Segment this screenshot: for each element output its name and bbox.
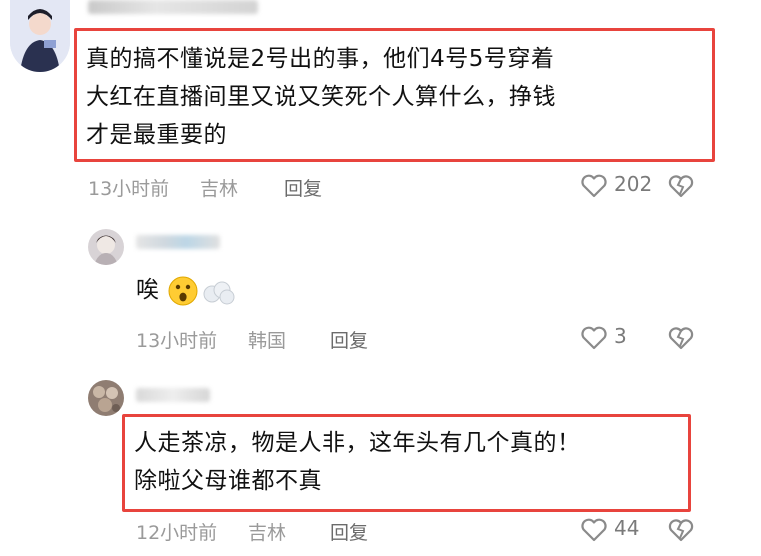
reply-button[interactable]: 回复 <box>330 326 368 353</box>
comment-text: 真的搞不懂说是2号出的事，他们4号5号穿着 大红在直播间里又说又笑死个人算什么，… <box>86 40 711 154</box>
username-redacted[interactable] <box>136 235 220 249</box>
reply-text: 唉 <box>136 277 160 303</box>
comment-location: 韩国 <box>248 330 287 352</box>
heart-outline-icon <box>580 326 608 350</box>
reply-button[interactable]: 回复 <box>330 518 368 545</box>
broken-heart-icon[interactable] <box>668 518 694 542</box>
comment-location: 吉林 <box>200 178 239 200</box>
comment-text-line: 除啦父母谁都不真 <box>134 468 322 494</box>
comment-location: 吉林 <box>248 522 287 544</box>
like-count: 202 <box>614 172 653 196</box>
avatar-photo <box>88 380 124 416</box>
username-redacted[interactable] <box>88 0 258 14</box>
puff-cloud-emoji <box>202 280 236 306</box>
like-button[interactable]: 3 <box>580 324 650 352</box>
comment-text-line: 才是最重要的 <box>86 122 227 148</box>
avatar[interactable] <box>10 0 70 72</box>
broken-heart-icon[interactable] <box>668 174 694 198</box>
username-redacted[interactable] <box>136 388 210 402</box>
comment-text-line: 真的搞不懂说是2号出的事，他们4号5号穿着 <box>86 46 555 72</box>
surprised-face-emoji <box>168 276 198 306</box>
like-count: 44 <box>614 516 640 540</box>
like-count: 3 <box>614 324 627 348</box>
broken-heart-icon[interactable] <box>668 326 694 350</box>
reply-button[interactable]: 回复 <box>284 174 322 201</box>
like-button[interactable]: 44 <box>580 516 660 544</box>
avatar[interactable] <box>88 380 124 416</box>
avatar-photo <box>88 229 124 265</box>
avatar-illustration <box>10 0 70 72</box>
comment-text: 人走茶凉，物是人非，这年头有几个真的！ 除啦父母谁都不真 <box>134 424 684 500</box>
comment-time: 13小时前 <box>88 178 170 200</box>
comment-text-line: 人走茶凉，物是人非，这年头有几个真的！ <box>134 430 581 456</box>
comment-time: 12小时前 <box>136 522 218 544</box>
heart-outline-icon <box>580 174 608 198</box>
like-button[interactable]: 202 <box>580 172 660 200</box>
heart-outline-icon <box>580 518 608 542</box>
comment-time: 13小时前 <box>136 330 218 352</box>
comment-text-line: 大红在直播间里又说又笑死个人算什么，挣钱 <box>86 84 556 110</box>
avatar[interactable] <box>88 229 124 265</box>
